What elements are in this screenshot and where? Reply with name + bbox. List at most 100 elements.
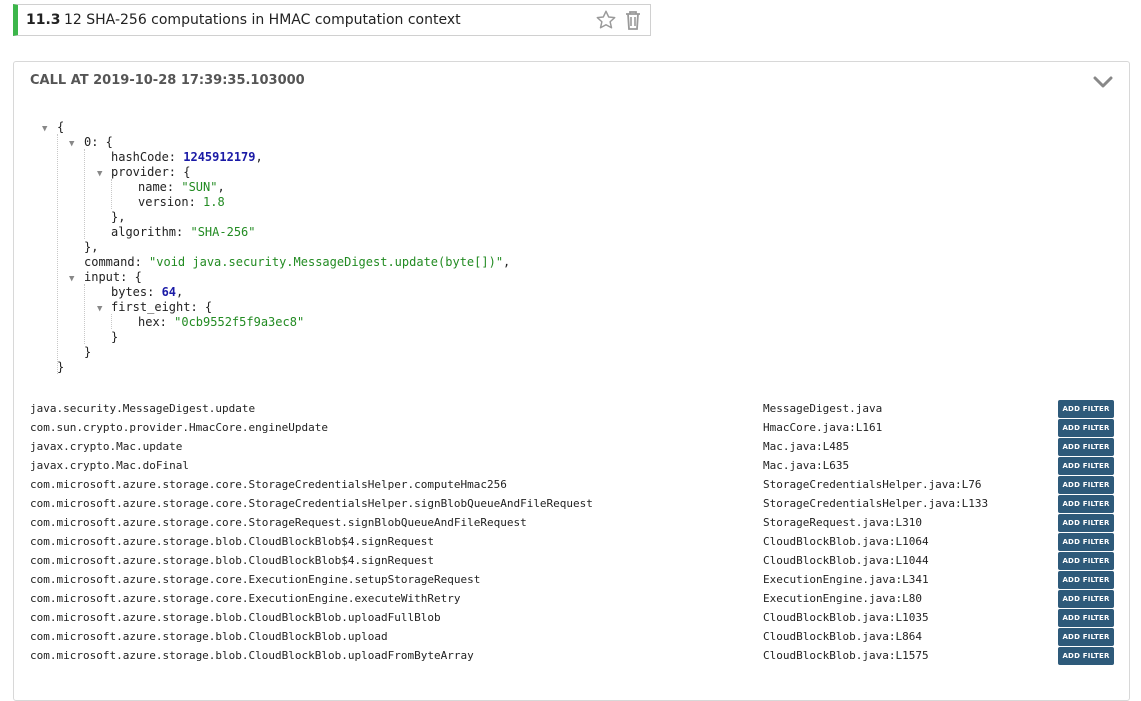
star-icon[interactable] (595, 9, 617, 35)
json-close: }, (111, 210, 126, 224)
stack-method: com.microsoft.azure.storage.blob.CloudBl… (30, 611, 441, 624)
tree-guide (57, 134, 58, 374)
json-close: } (84, 345, 92, 359)
json-algorithm-row: algorithm: "SHA-256" (111, 225, 256, 240)
json-number: 64 (161, 285, 177, 299)
json-comma: , (503, 255, 511, 269)
stack-method: com.microsoft.azure.storage.blob.CloudBl… (30, 554, 434, 567)
add-filter-button[interactable]: ADD FILTER (1058, 628, 1114, 646)
json-key: algorithm: (111, 225, 191, 239)
add-filter-button[interactable]: ADD FILTER (1058, 438, 1114, 456)
stack-row: com.microsoft.azure.storage.blob.CloudBl… (0, 647, 1141, 666)
stack-location: Mac.java:L635 (763, 459, 850, 472)
add-filter-button[interactable]: ADD FILTER (1058, 476, 1114, 494)
stack-method: javax.crypto.Mac.update (30, 440, 183, 453)
stack-location: ExecutionEngine.java:L80 (763, 592, 922, 605)
stack-row: com.microsoft.azure.storage.blob.CloudBl… (0, 609, 1141, 628)
add-filter-button[interactable]: ADD FILTER (1058, 495, 1114, 513)
json-name-row: name: "SUN", (138, 180, 225, 195)
json-key: name: (138, 180, 182, 194)
add-filter-button[interactable]: ADD FILTER (1058, 609, 1114, 627)
stack-location: CloudBlockBlob.java:L1035 (763, 611, 929, 624)
stack-method: javax.crypto.Mac.doFinal (30, 459, 189, 472)
json-provider-key: provider: { (111, 165, 191, 179)
add-filter-button[interactable]: ADD FILTER (1058, 552, 1114, 570)
json-key: version: (138, 195, 204, 209)
add-filter-button[interactable]: ADD FILTER (1058, 647, 1114, 665)
stack-method: com.microsoft.azure.storage.core.Executi… (30, 573, 481, 586)
json-command-row: command: "void java.security.MessageDige… (84, 255, 510, 270)
stack-row: com.microsoft.azure.storage.core.Storage… (0, 476, 1141, 495)
stack-method: com.microsoft.azure.storage.core.Storage… (30, 497, 593, 510)
add-filter-button[interactable]: ADD FILTER (1058, 400, 1114, 418)
stack-row: com.microsoft.azure.storage.blob.CloudBl… (0, 552, 1141, 571)
stack-location: MessageDigest.java (763, 402, 883, 415)
collapse-toggle-icon[interactable]: ▼ (42, 122, 47, 137)
json-close: } (57, 360, 65, 374)
json-number: 1.8 (203, 195, 225, 209)
tree-guide (111, 314, 112, 329)
collapse-toggle-icon[interactable]: ▼ (97, 167, 102, 182)
json-string: "SUN" (181, 180, 218, 194)
json-comma: , (255, 150, 263, 164)
json-comma: , (176, 285, 184, 299)
stack-row: com.microsoft.azure.storage.core.Executi… (0, 571, 1141, 590)
section-title: 12 SHA-256 computations in HMAC computat… (64, 12, 461, 28)
stack-row: com.microsoft.azure.storage.blob.CloudBl… (0, 533, 1141, 552)
stack-method: com.microsoft.azure.storage.core.Executi… (30, 592, 461, 605)
json-key: bytes: (111, 285, 162, 299)
json-key: hex: (138, 315, 175, 329)
stack-method: com.microsoft.azure.storage.core.Storage… (30, 516, 527, 529)
add-filter-button[interactable]: ADD FILTER (1058, 590, 1114, 608)
stack-row: javax.crypto.Mac.doFinal Mac.java:L635 ADD… (0, 457, 1141, 476)
add-filter-button[interactable]: ADD FILTER (1058, 419, 1114, 437)
json-string: "void java.security.MessageDigest.update… (149, 255, 504, 269)
stack-location: Mac.java:L485 (763, 440, 850, 453)
json-version-row: version: 1.8 (138, 195, 225, 210)
json-bytes-row: bytes: 64, (111, 285, 183, 300)
json-input-key: input: { (84, 270, 142, 284)
json-comma: , (217, 180, 225, 194)
call-title: CALL AT 2019-10-28 17:39:35.103000 (30, 73, 305, 88)
stack-location: StorageCredentialsHelper.java:L133 (763, 497, 989, 510)
trash-icon[interactable] (623, 9, 643, 35)
stack-location: CloudBlockBlob.java:L1575 (763, 649, 929, 662)
json-close: }, (84, 240, 99, 254)
stack-row: com.microsoft.azure.storage.core.Executi… (0, 590, 1141, 609)
json-string: "SHA-256" (190, 225, 256, 239)
chevron-down-icon[interactable] (1093, 74, 1113, 93)
json-string: "0cb9552f5f9a3ec8" (174, 315, 305, 329)
tree-guide (111, 179, 112, 209)
stack-method: java.security.MessageDigest.update (30, 402, 256, 415)
stack-row: javax.crypto.Mac.update Mac.java:L485 ADD … (0, 438, 1141, 457)
stack-method: com.microsoft.azure.storage.blob.CloudBl… (30, 535, 434, 548)
section-number: 11.3 (26, 12, 61, 28)
stack-method: com.microsoft.azure.storage.blob.CloudBl… (30, 630, 388, 643)
collapse-toggle-icon[interactable]: ▼ (97, 302, 102, 317)
add-filter-button[interactable]: ADD FILTER (1058, 457, 1114, 475)
add-filter-button[interactable]: ADD FILTER (1058, 571, 1114, 589)
stack-row: com.microsoft.azure.storage.core.Storage… (0, 514, 1141, 533)
collapse-toggle-icon[interactable]: ▼ (69, 137, 74, 152)
add-filter-button[interactable]: ADD FILTER (1058, 533, 1114, 551)
stack-row: com.microsoft.azure.storage.core.Storage… (0, 495, 1141, 514)
json-key: command: (84, 255, 150, 269)
json-first-eight-key: first_eight: { (111, 300, 213, 314)
collapse-toggle-icon[interactable]: ▼ (69, 272, 74, 287)
tree-guide (84, 149, 85, 239)
add-filter-button[interactable]: ADD FILTER (1058, 514, 1114, 532)
stack-method: com.sun.crypto.provider.HmacCore.engineU… (30, 421, 329, 434)
stack-method: com.microsoft.azure.storage.blob.CloudBl… (30, 649, 474, 662)
section-header: 11.3 12 SHA-256 computations in HMAC com… (13, 4, 651, 36)
stack-method: com.microsoft.azure.storage.core.Storage… (30, 478, 507, 491)
stack-row: com.microsoft.azure.storage.blob.CloudBl… (0, 628, 1141, 647)
tree-guide (84, 284, 85, 344)
stack-location: StorageRequest.java:L310 (763, 516, 922, 529)
stack-location: CloudBlockBlob.java:L864 (763, 630, 922, 643)
stack-location: ExecutionEngine.java:L341 (763, 573, 929, 586)
json-root-open: { (57, 120, 65, 134)
json-key: hashCode: (111, 150, 184, 164)
json-item-key: 0: { (84, 135, 113, 149)
stack-location: CloudBlockBlob.java:L1044 (763, 554, 929, 567)
json-hashcode-row: hashCode: 1245912179, (111, 150, 263, 165)
